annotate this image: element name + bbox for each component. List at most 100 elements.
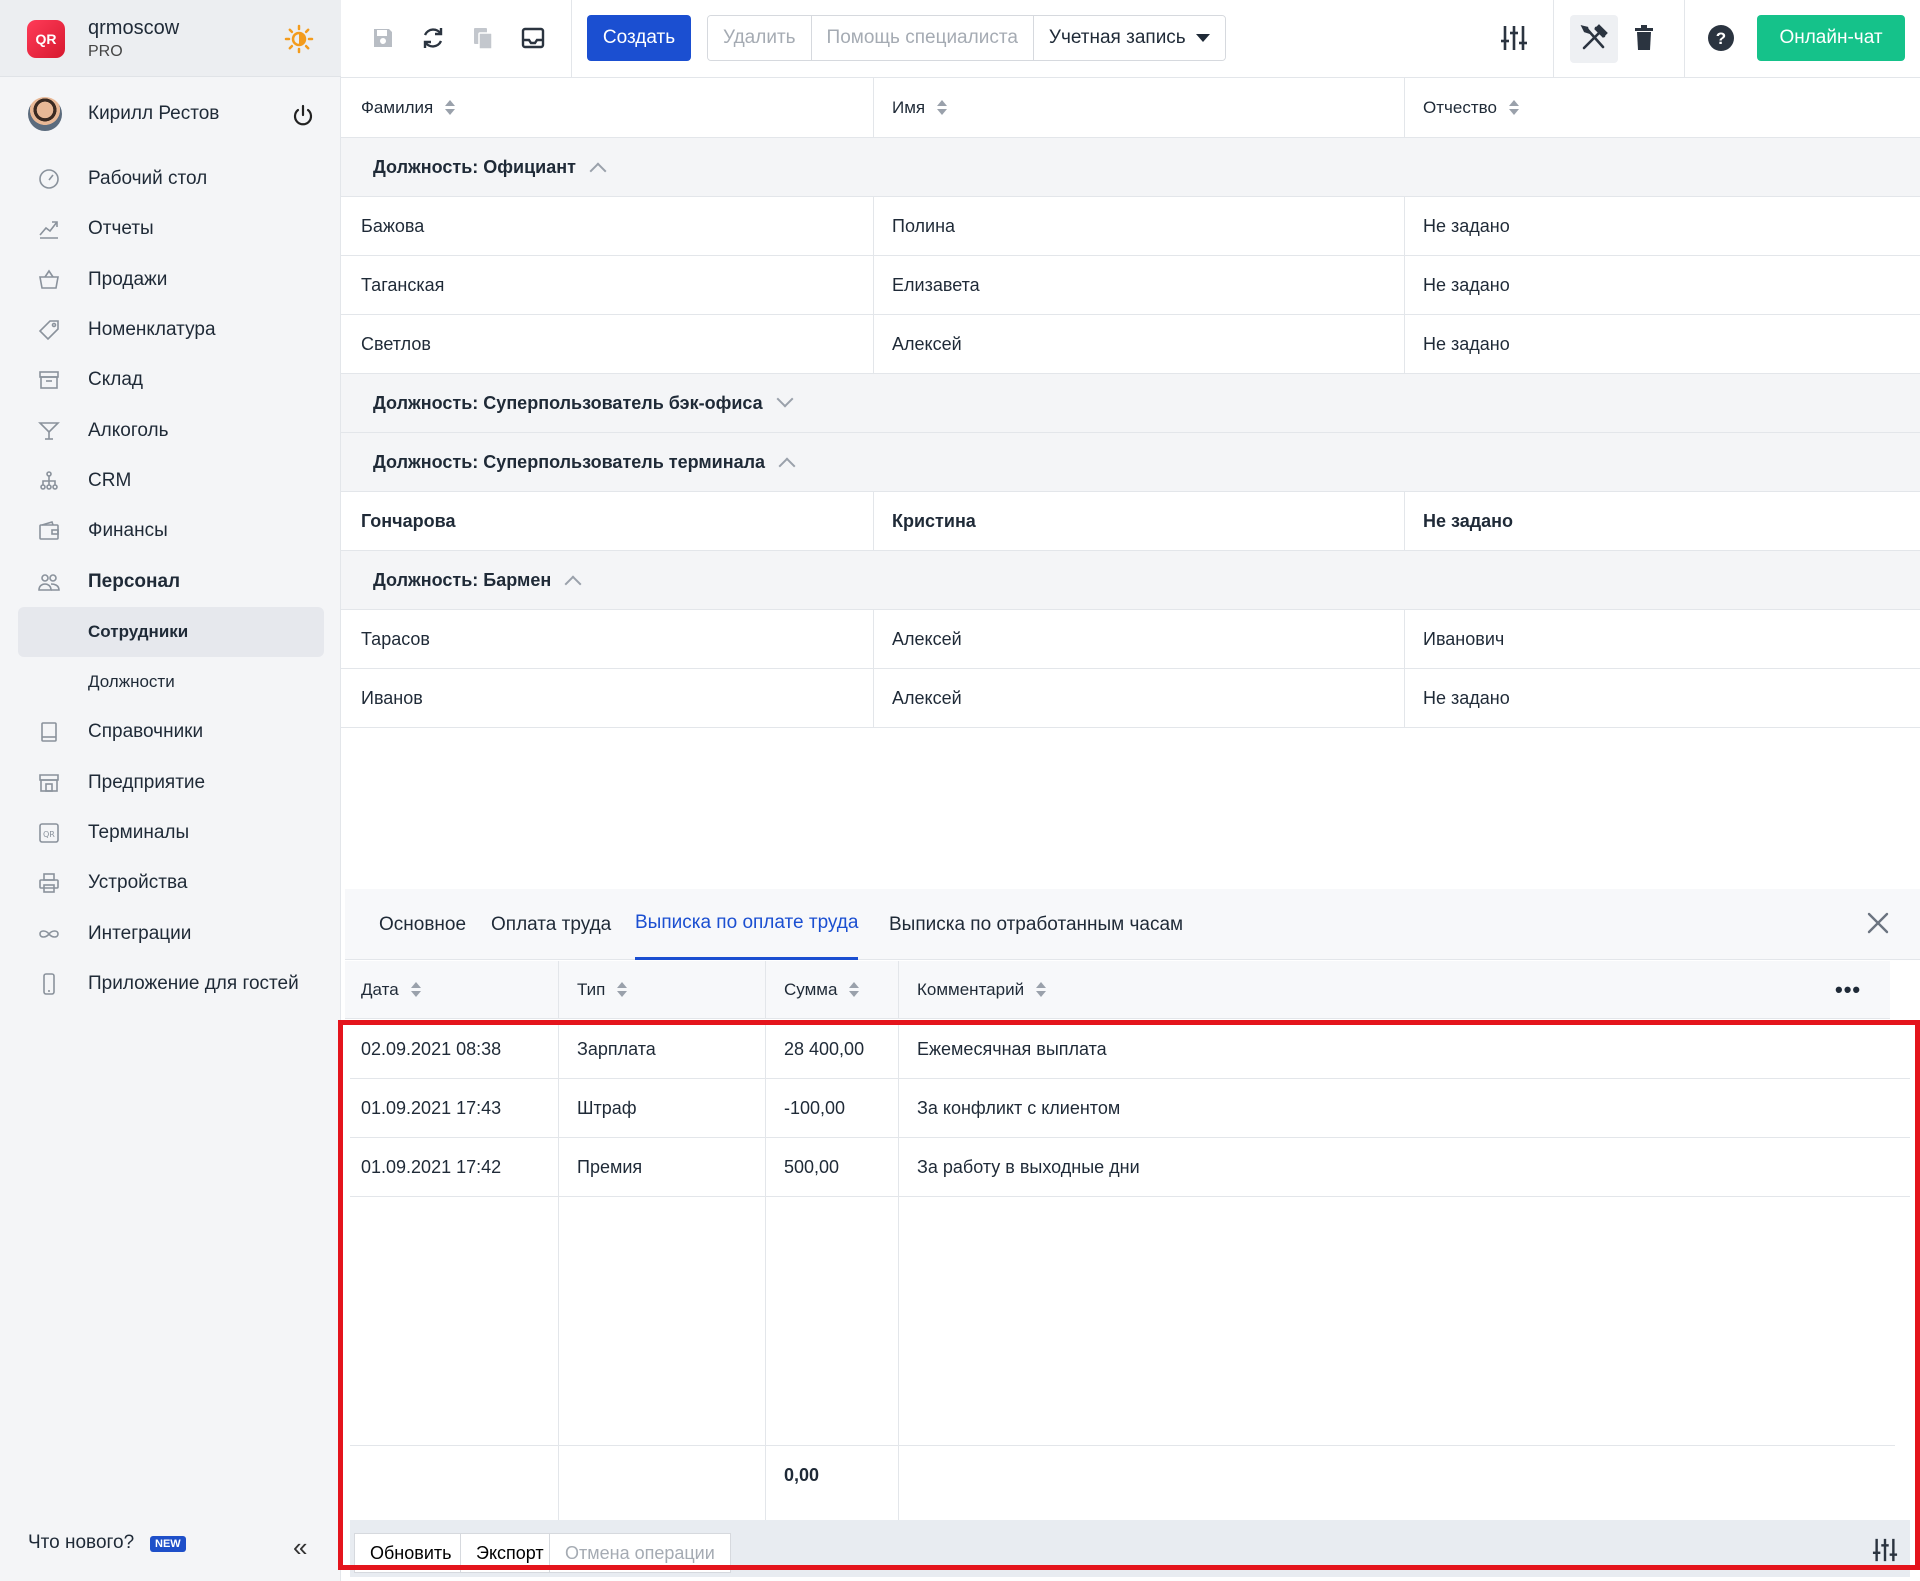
reports-icon (36, 216, 62, 242)
collapse-sidebar-icon[interactable]: « (293, 1532, 307, 1563)
tab-payroll-statement[interactable]: Выписка по оплате труда (635, 889, 859, 960)
chevron-up-icon[interactable] (778, 457, 796, 475)
sidebar-item-label: Интеграции (88, 922, 192, 944)
sidebar-item-devices[interactable]: Устройства (0, 858, 341, 908)
trash-icon[interactable] (1627, 20, 1661, 56)
column-header-patronymic[interactable]: Отчество (1423, 78, 1519, 138)
sidebar-item-employees[interactable]: Сотрудники (18, 606, 324, 657)
column-header-amount[interactable]: Сумма (784, 961, 860, 1019)
table-row[interactable]: Таганская Елизавета Не задано (341, 256, 1920, 315)
brand-header[interactable]: QR qrmoscow PRO (0, 0, 341, 77)
tab-payroll[interactable]: Оплата труда (491, 889, 611, 960)
column-header-date[interactable]: Дата (361, 961, 421, 1019)
column-header-comment[interactable]: Комментарий (917, 961, 1047, 1019)
toolbar-divider (1684, 0, 1685, 78)
cell-type: Премия (577, 1156, 643, 1177)
table-row[interactable]: 01.09.2021 17:42 Премия 500,00 За работу в … (350, 1138, 1910, 1197)
account-dropdown[interactable]: Учетная запись (1033, 16, 1225, 60)
sidebar-item-guest-app[interactable]: Приложение для гостей (0, 959, 341, 1009)
table-row[interactable]: Тарасов Алексей Иванович (341, 610, 1920, 669)
delete-button[interactable]: Удалить (708, 16, 812, 60)
cell-lastname: Бажова (361, 215, 425, 236)
whats-new-link[interactable]: Что нового? (28, 1532, 134, 1554)
sidebar-item-label: Должности (88, 672, 175, 692)
dashboard-icon (36, 166, 62, 192)
sort-icon[interactable] (445, 100, 456, 116)
group-header[interactable]: Должность: Суперпользователь терминала (341, 433, 1920, 492)
sidebar-item-label: Склад (88, 369, 143, 391)
inbox-icon[interactable] (516, 20, 550, 56)
sidebar-item-integrations[interactable]: Интеграции (0, 908, 341, 958)
online-chat-button[interactable]: Онлайн-чат (1757, 15, 1905, 61)
specialist-help-button[interactable]: Помощь специалиста (811, 16, 1034, 60)
table-row[interactable]: Иванов Алексей Не задано (341, 669, 1920, 728)
save-icon[interactable] (366, 20, 400, 56)
sidebar-item-label: Сотрудники (88, 621, 189, 641)
group-header[interactable]: Должность: Официант (341, 138, 1920, 197)
cell-lastname: Иванов (361, 687, 423, 708)
group-header[interactable]: Должность: Бармен (341, 551, 1920, 610)
tab-hours-statement[interactable]: Выписка по отработанным часам (889, 889, 1183, 960)
sidebar-item-directories[interactable]: Справочники (0, 707, 341, 757)
user-name[interactable]: Кирилл Рестов (88, 103, 219, 125)
sliders-icon[interactable] (1497, 20, 1531, 56)
sidebar-item-terminals[interactable]: QR Терминалы (0, 808, 341, 858)
sort-icon[interactable] (617, 982, 628, 998)
table-row[interactable]: Светлов Алексей Не задано (341, 315, 1920, 374)
power-icon[interactable] (290, 103, 316, 129)
toolbar-divider (1553, 0, 1554, 78)
column-header-type[interactable]: Тип (577, 961, 628, 1019)
more-options-icon[interactable]: ••• (1835, 977, 1861, 1003)
sidebar-item-enterprise[interactable]: Предприятие (0, 758, 341, 808)
tab-general[interactable]: Основное (379, 889, 466, 960)
group-title: Должность: Официант (373, 156, 576, 177)
sidebar: QR qrmoscow PRO Кирилл Рестов Рабочий ст… (0, 0, 341, 1581)
column-header-firstname[interactable]: Имя (892, 78, 948, 138)
tools-icon[interactable] (1577, 20, 1611, 56)
table-row[interactable]: 01.09.2021 17:43 Штраф -100,00 За конфликт … (350, 1079, 1910, 1138)
sort-icon[interactable] (1508, 100, 1519, 116)
sidebar-item-label: Справочники (88, 721, 204, 743)
chevron-down-icon[interactable] (776, 390, 794, 408)
help-icon[interactable]: ? (1704, 20, 1738, 56)
table-row[interactable]: Гончарова Кристина Не задано (341, 492, 1920, 551)
chevron-up-icon[interactable] (589, 162, 607, 180)
export-button[interactable]: Экспорт (460, 1533, 560, 1573)
sort-icon[interactable] (937, 100, 948, 116)
sliders-icon[interactable] (1872, 1536, 1898, 1569)
wallet-icon (36, 518, 62, 544)
sidebar-item-finance[interactable]: Финансы (0, 506, 341, 556)
sidebar-item-reports[interactable]: Отчеты (0, 204, 341, 254)
sidebar-item-dashboard[interactable]: Рабочий стол (0, 154, 341, 204)
column-header-lastname[interactable]: Фамилия (361, 78, 456, 138)
chevron-up-icon[interactable] (564, 575, 582, 593)
column-divider (873, 78, 874, 137)
sidebar-item-positions[interactable]: Должности (0, 657, 341, 707)
cancel-operation-button[interactable]: Отмена операции (549, 1533, 731, 1573)
sidebar-item-label: Терминалы (88, 822, 190, 843)
cell-lastname: Гончарова (361, 510, 456, 531)
sidebar-item-staff[interactable]: Персонал (0, 556, 341, 606)
sort-icon[interactable] (410, 982, 421, 998)
box-icon (36, 367, 62, 393)
sidebar-item-crm[interactable]: CRM (0, 456, 341, 506)
sidebar-item-warehouse[interactable]: Склад (0, 355, 341, 405)
sort-icon[interactable] (1036, 982, 1047, 998)
refresh-button[interactable]: Обновить (354, 1533, 468, 1573)
copy-icon[interactable] (466, 20, 500, 56)
cell-patronymic: Не задано (1423, 333, 1510, 354)
avatar[interactable] (28, 97, 62, 131)
group-header[interactable]: Должность: Суперпользователь бэк-офиса (341, 374, 1920, 433)
create-button[interactable]: Создать (587, 15, 691, 61)
close-icon[interactable] (1863, 908, 1893, 938)
sidebar-item-alcohol[interactable]: Алкоголь (0, 405, 341, 455)
sort-icon[interactable] (849, 982, 860, 998)
sidebar-item-nomenclature[interactable]: Номенклатура (0, 305, 341, 355)
sidebar-item-sales[interactable]: Продажи (0, 255, 341, 305)
cell-amount: 500,00 (784, 1156, 840, 1177)
refresh-icon[interactable] (416, 20, 450, 56)
sidebar-item-label: Персонал (88, 570, 181, 592)
table-row[interactable]: 02.09.2021 08:38 Зарплата 28 400,00 Ежемеся… (350, 1020, 1910, 1079)
table-row[interactable]: Бажова Полина Не задано (341, 197, 1920, 256)
theme-sun-icon[interactable] (284, 24, 314, 54)
